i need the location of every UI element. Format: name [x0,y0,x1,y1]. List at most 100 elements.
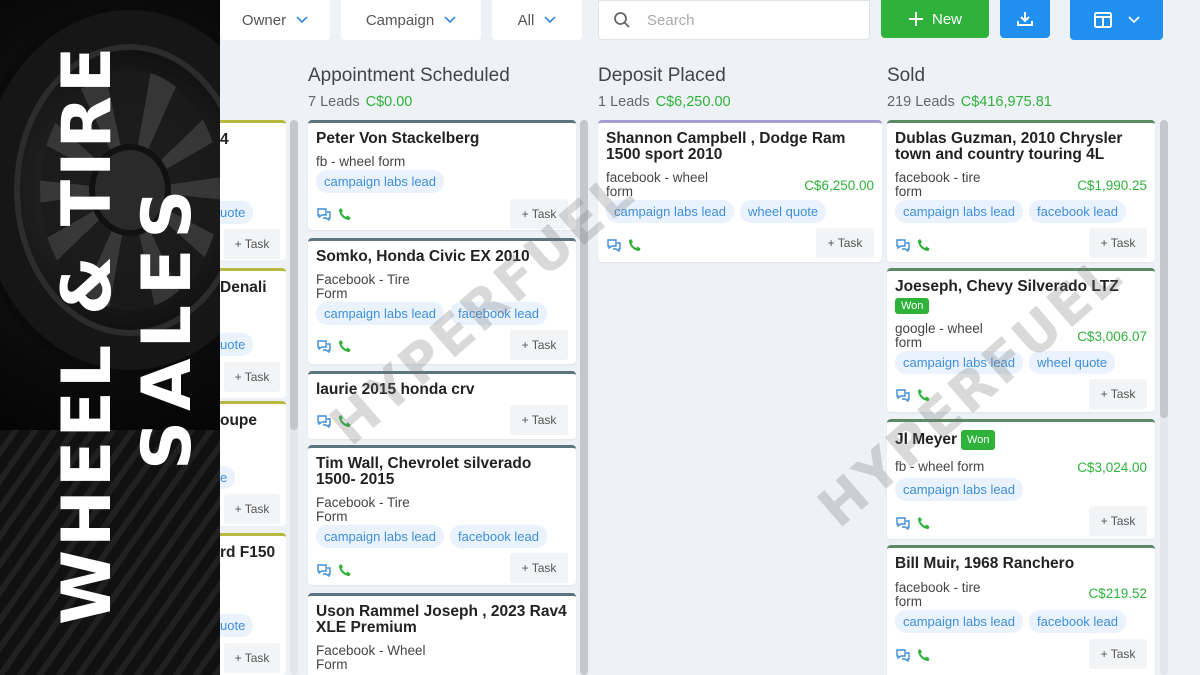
tag[interactable]: facebook lead [450,525,547,548]
lead-card[interactable]: laurie 2015 honda crv + Task [308,371,576,439]
lead-card[interactable]: Dublas Guzman, 2010 Chrysler town and co… [887,120,1155,262]
chat-icon[interactable] [895,238,911,252]
tag[interactable]: wheel quote [740,200,827,223]
add-task-button[interactable]: + Task [1089,639,1147,669]
scrollbar-thumb[interactable] [580,120,588,675]
lead-amount: C$3,006.07 [1077,329,1147,344]
tag[interactable]: facebook lead [1029,200,1126,223]
lead-source: facebook - tire form [895,170,981,199]
won-badge-wrap: Won [895,297,930,315]
tag[interactable]: facebook lead [1029,610,1126,633]
add-task-button[interactable]: + Task [1089,506,1147,536]
add-task-button[interactable]: + Task [224,362,280,392]
add-task-button[interactable]: + Task [816,228,874,258]
lead-card[interactable]: Joeseph, Chevy Silverado LTZ Won google … [887,268,1155,412]
tag[interactable]: campaign labs lead [895,610,1024,633]
chat-icon[interactable] [316,207,332,221]
lead-card[interactable]: Uson Rammel Joseph , 2023 Rav4 XLE Premi… [308,593,576,675]
lead-source: fb - wheel form [895,459,985,474]
chat-icon[interactable] [895,388,911,402]
download-button[interactable] [1000,0,1050,38]
lead-source: facebook - wheel form [606,170,709,199]
lead-card-title: laurie 2015 honda crv [316,381,475,398]
tag[interactable]: campaign labs lead [316,525,445,548]
tag[interactable]: campaign labs lead [895,478,1024,501]
lead-source: Facebook - Wheel Form [316,643,426,672]
add-task-button[interactable]: + Task [224,494,280,524]
lead-card-name: Jl Meyer [895,431,958,449]
lead-card-title: Somko, Honda Civic EX 2010 [316,248,530,265]
add-task-button[interactable]: + Task [510,199,568,229]
lead-source: fb - wheel form [316,154,406,169]
tag[interactable]: facebook lead [450,302,547,325]
lead-card[interactable]: Peter Von Stackelberg fb - wheel form ca… [308,120,576,230]
tag-list: campaign labs lead [316,170,445,193]
column-summary: 219 Leads C$416,975.81 [887,94,1052,110]
won-badge: Won [895,297,930,314]
add-task-button[interactable]: + Task [224,643,280,673]
new-button-label: New [931,10,962,28]
lead-card[interactable]: Jl Meyer Won fb - wheel form C$3,024.00 c… [887,419,1155,539]
search-input[interactable] [647,11,827,29]
phone-icon[interactable] [338,414,352,428]
campaign-filter-label: Campaign [365,11,435,29]
phone-icon[interactable] [338,207,352,221]
tag-list: campaign labs lead facebook lead [316,525,547,548]
lead-card[interactable]: Tim Wall, Chevrolet silverado 1500- 2015… [308,445,576,585]
add-task-button[interactable]: + Task [224,229,280,259]
phone-icon[interactable] [628,238,642,252]
phone-icon[interactable] [917,648,931,662]
tag[interactable]: campaign labs lead [895,200,1024,223]
tag[interactable]: wheel quote [1029,351,1116,374]
add-task-button[interactable]: + Task [1089,379,1147,409]
scrollbar[interactable] [580,120,588,675]
lead-card[interactable]: Shannon Campbell , Dodge Ram 1500 sport … [598,120,882,262]
tag[interactable]: campaign labs lead [895,351,1024,374]
phone-icon[interactable] [917,388,931,402]
add-task-button[interactable]: + Task [510,405,568,435]
card-actions [895,388,931,402]
column-amount: C$0.00 [365,94,413,110]
scrollbar[interactable] [1160,120,1168,675]
won-badge: Won [961,430,996,450]
status-filter[interactable]: All [492,0,582,40]
lead-card-partial[interactable]: oupe e + Task [220,401,286,526]
scrollbar-thumb[interactable] [290,120,298,430]
chat-icon[interactable] [606,238,622,252]
lead-card-partial[interactable]: 4 uote + Task [220,120,286,260]
campaign-filter[interactable]: Campaign [341,0,481,40]
chat-icon[interactable] [895,648,911,662]
chevron-down-icon [544,16,556,24]
lead-card[interactable]: Somko, Honda Civic EX 2010 Facebook - Ti… [308,238,576,364]
add-task-button[interactable]: + Task [1089,228,1147,258]
owner-filter[interactable]: Owner [220,0,330,40]
scrollbar[interactable] [290,120,298,675]
view-switch-button[interactable] [1070,0,1163,40]
scrollbar-thumb[interactable] [1160,120,1168,418]
phone-icon[interactable] [338,339,352,353]
lead-count: 1 Leads [598,94,650,110]
lead-card-title: 4 [220,131,229,148]
lead-card[interactable]: Bill Muir, 1968 Ranchero facebook - tire… [887,545,1155,675]
phone-icon[interactable] [917,516,931,530]
add-task-button[interactable]: + Task [510,553,568,583]
tag[interactable]: campaign labs lead [316,170,445,193]
lead-amount: C$219.52 [1088,586,1147,601]
new-lead-button[interactable]: New [881,0,989,38]
tag-list: campaign labs lead [895,478,1024,501]
phone-icon[interactable] [917,238,931,252]
lead-card-partial[interactable]: Denali uote + Task [220,268,286,398]
chat-icon[interactable] [316,563,332,577]
chat-icon[interactable] [316,414,332,428]
lead-card-title: Denali [220,279,267,296]
chat-icon[interactable] [895,516,911,530]
tag[interactable]: campaign labs lead [606,200,735,223]
chat-icon[interactable] [316,339,332,353]
phone-icon[interactable] [338,563,352,577]
add-task-button[interactable]: + Task [510,330,568,360]
lead-count: 219 Leads [887,94,955,110]
search-box[interactable] [598,0,870,40]
tag[interactable]: campaign labs lead [316,302,445,325]
banner-line-2: SALES [128,179,207,470]
lead-card-partial[interactable]: rd F150 uote + Task [220,533,286,675]
